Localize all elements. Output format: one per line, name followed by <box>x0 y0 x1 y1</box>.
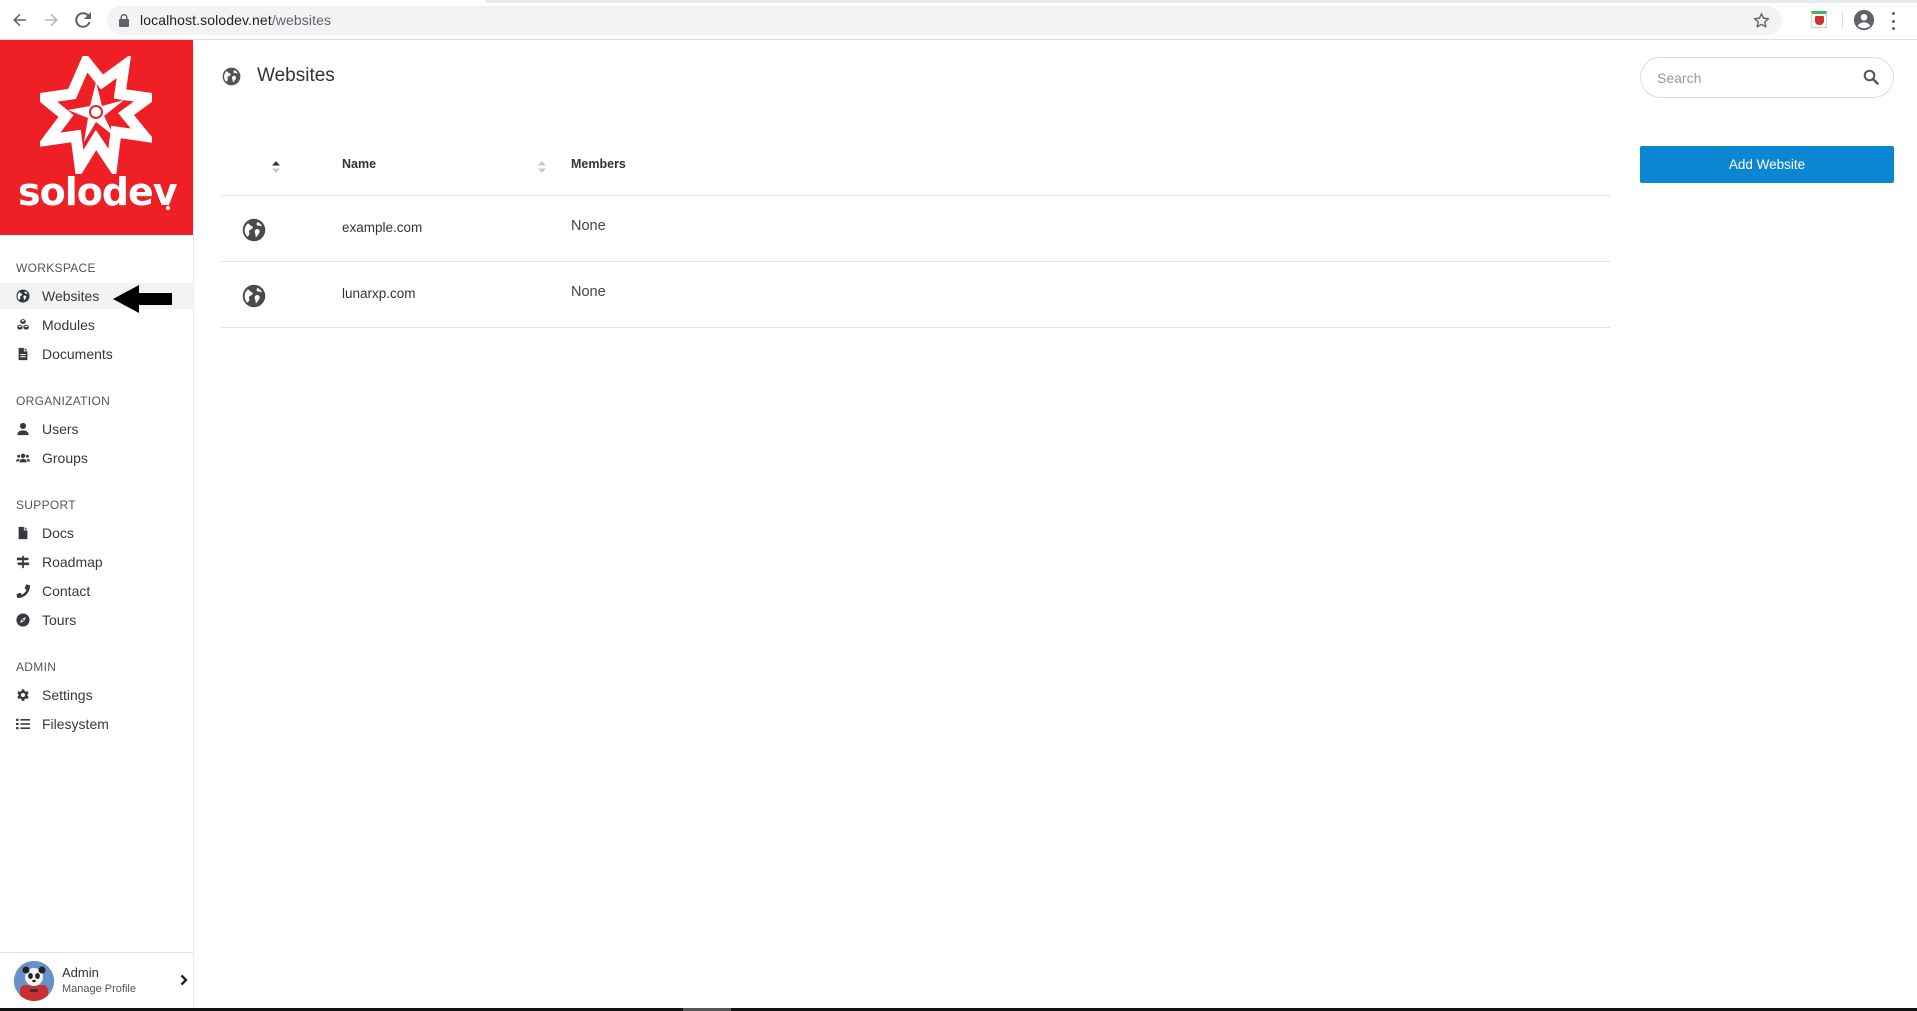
website-name[interactable]: example.com <box>342 220 422 235</box>
globe-icon <box>222 67 241 86</box>
sort-icon[interactable] <box>271 158 281 176</box>
sidebar-item-label: Contact <box>42 583 91 599</box>
table-row[interactable]: lunarxp.com None <box>221 262 1610 328</box>
sidebar-item-filesystem[interactable]: Filesystem <box>0 711 193 737</box>
sidebar-item-tours[interactable]: Tours <box>0 607 193 633</box>
globe-icon <box>16 289 30 303</box>
shield-extension-icon[interactable] <box>1811 11 1827 28</box>
sidebar-item-label: Groups <box>42 450 88 466</box>
globe-icon <box>242 218 266 242</box>
sidebar-item-groups[interactable]: Groups <box>0 445 193 471</box>
sidebar-item-settings[interactable]: Settings <box>0 682 193 708</box>
sidebar-item-label: Settings <box>42 687 93 703</box>
cubes-icon <box>16 318 30 332</box>
url-text: localhost.solodev.net/websites <box>140 12 331 28</box>
annotation-arrow-icon <box>113 285 172 313</box>
website-name[interactable]: lunarxp.com <box>342 286 416 301</box>
search-icon[interactable] <box>1863 69 1879 85</box>
star-icon[interactable] <box>1753 12 1770 29</box>
forward-button[interactable] <box>39 8 63 32</box>
column-header-name[interactable]: Name <box>342 157 376 171</box>
url-path: /websites <box>271 12 332 28</box>
sidebar: solodev WORKSPACE Websites Modules Docum… <box>0 40 194 1008</box>
search-box <box>1640 57 1894 98</box>
sidebar-item-label: Roadmap <box>42 554 103 570</box>
signs-icon <box>16 555 30 569</box>
reload-button[interactable] <box>71 8 95 32</box>
nav-section-support: SUPPORT <box>16 498 76 512</box>
sidebar-item-label: Modules <box>42 317 95 333</box>
profile-name: Admin <box>62 965 99 980</box>
brand-dot <box>166 206 170 210</box>
arrow-right-icon <box>45 13 58 27</box>
kebab-menu-icon[interactable] <box>1890 12 1896 30</box>
back-button[interactable] <box>8 8 32 32</box>
account-circle-icon[interactable] <box>1853 9 1875 31</box>
sort-icon[interactable] <box>537 158 547 176</box>
sidebar-item-label: Websites <box>42 288 100 304</box>
sidebar-item-documents[interactable]: Documents <box>0 341 193 367</box>
avatar <box>14 961 54 1001</box>
url-host: localhost.solodev.net <box>140 12 272 28</box>
sidebar-item-label: Users <box>42 421 79 437</box>
gear-icon <box>16 688 30 702</box>
profile-menu[interactable]: Admin Manage Profile <box>0 952 193 1008</box>
tab-strip <box>485 0 1917 3</box>
sidebar-item-label: Filesystem <box>42 716 109 732</box>
compass-icon <box>16 613 30 627</box>
arrow-left-icon <box>13 13 26 27</box>
add-website-button[interactable]: Add Website <box>1640 146 1894 183</box>
nav-section-admin: ADMIN <box>16 660 57 674</box>
sidebar-item-contact[interactable]: Contact <box>0 578 193 604</box>
list-icon <box>16 717 30 731</box>
address-bar[interactable]: localhost.solodev.net/websites <box>107 6 1782 35</box>
phone-icon <box>16 584 30 598</box>
table-header: Name Members <box>221 140 1610 196</box>
nav-section-workspace: WORKSPACE <box>16 261 96 275</box>
user-icon <box>16 422 30 436</box>
brand-wordmark: solodev <box>18 170 178 214</box>
reload-icon <box>75 12 91 28</box>
solodev-logo[interactable]: solodev <box>0 40 193 235</box>
sidebar-item-label: Documents <box>42 346 113 362</box>
table-row[interactable]: example.com None <box>221 196 1610 262</box>
nav-section-organization: ORGANIZATION <box>16 394 111 408</box>
chevron-right-icon <box>180 974 188 986</box>
sidebar-item-roadmap[interactable]: Roadmap <box>0 549 193 575</box>
manage-profile-link[interactable]: Manage Profile <box>62 983 136 995</box>
websites-table: Name Members example.com None lunarxp.co… <box>221 140 1610 328</box>
lock-icon <box>119 14 129 27</box>
brand-star-icon <box>40 56 152 174</box>
sidebar-item-label: Docs <box>42 525 74 541</box>
browser-toolbar: localhost.solodev.net/websites <box>0 0 1917 40</box>
search-input[interactable] <box>1657 68 1847 88</box>
website-members: None <box>571 218 606 234</box>
sidebar-item-users[interactable]: Users <box>0 416 193 442</box>
users-icon <box>16 451 30 465</box>
sidebar-item-docs[interactable]: Docs <box>0 520 193 546</box>
file-alt-icon <box>16 347 30 361</box>
sidebar-item-label: Tours <box>42 612 77 628</box>
sidebar-item-modules[interactable]: Modules <box>0 312 193 338</box>
file-icon <box>16 526 30 540</box>
toolbar-divider <box>1842 11 1843 29</box>
page-title: Websites <box>257 65 335 86</box>
globe-icon <box>242 284 266 308</box>
column-header-members[interactable]: Members <box>571 157 626 171</box>
website-members: None <box>571 284 606 300</box>
